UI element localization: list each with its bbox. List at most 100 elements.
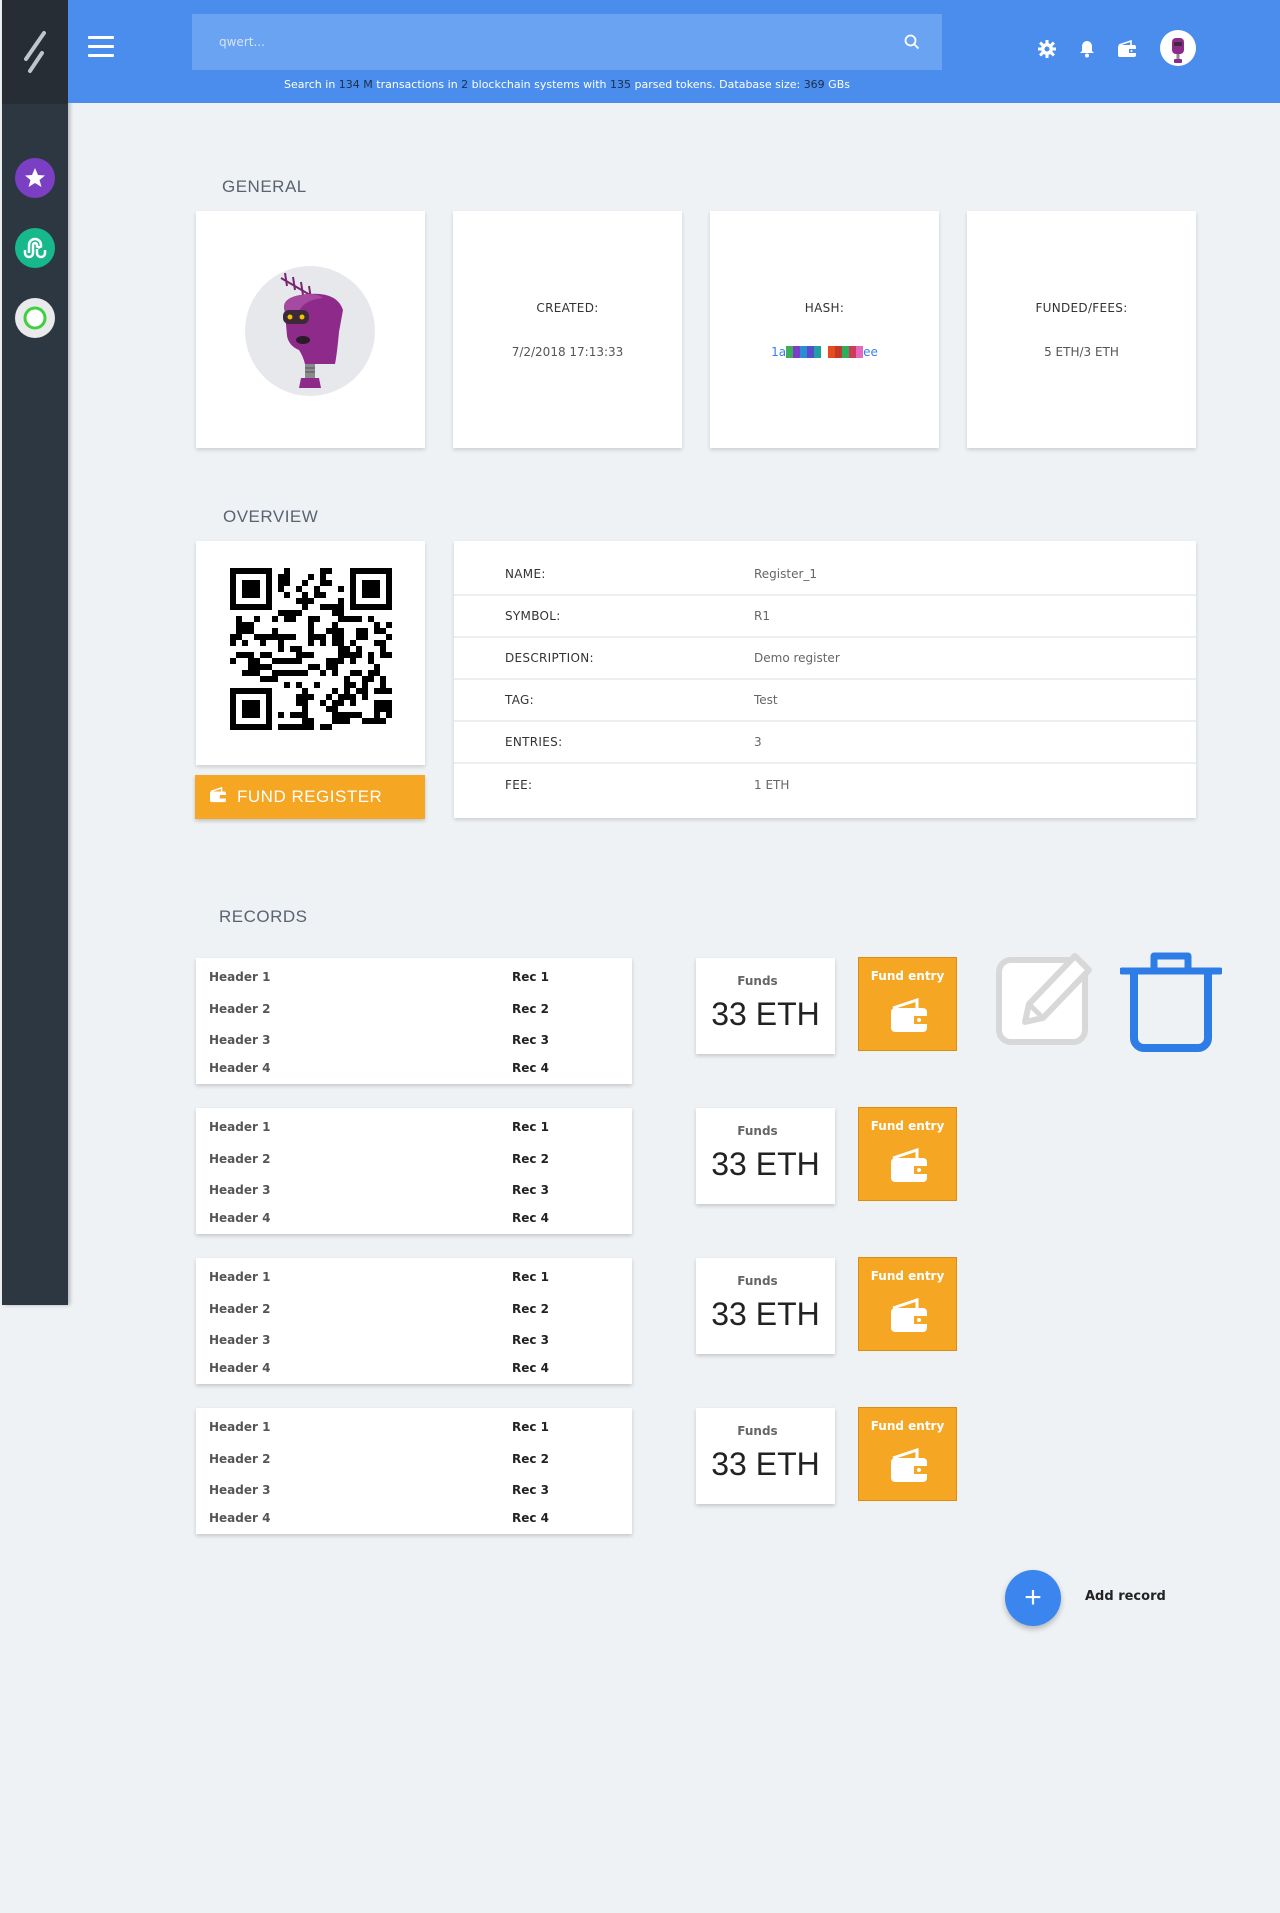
overview-value: 1 ETH [754,778,790,792]
add-record-label: Add record [1085,1589,1166,1604]
record-card[interactable]: Header 1 Rec 1 Header 2 Rec 2 Header 3 Rec 3 H… [196,1108,632,1234]
record-value: Rec 2 [512,1152,550,1166]
overview-key: NAME: [505,567,546,581]
qr-code-card [196,541,425,765]
sidebar [2,0,68,1305]
overview-value: Test [754,693,778,707]
funds-value: 33 ETH [711,996,820,1032]
search-icon[interactable] [882,14,942,70]
record-header: Header 1 [209,970,271,984]
record-value: Rec 3 [512,1183,550,1197]
stumbleupon-icon[interactable] [15,228,55,268]
record-card[interactable]: Header 1 Rec 1 Header 2 Rec 2 Header 3 Rec 3 H… [196,1258,632,1384]
fund-register-button[interactable]: FUND REGISTER [195,775,425,819]
record-header: Header 2 [209,1002,271,1016]
record-header: Header 3 [209,1333,271,1347]
record-header: Header 2 [209,1302,271,1316]
funds-card: Funds 33 ETH [696,1408,835,1504]
overview-key: ENTRIES: [505,735,563,749]
record-value: Rec 1 [512,1120,550,1134]
stats-text: Search in [283,78,339,91]
star-icon[interactable] [15,158,55,198]
record-value: Rec 2 [512,1302,550,1316]
overview-value: Register_1 [754,567,818,581]
hash-value[interactable]: 1a ee [771,345,878,359]
fund-entry-label: Fund entry [870,1119,945,1133]
overview-key: TAG: [505,693,534,707]
ring-icon[interactable] [15,298,55,338]
bell-icon[interactable] [1076,38,1098,60]
record-value: Rec 3 [512,1033,550,1047]
wallet-icon[interactable] [1116,38,1138,60]
fund-entry-button[interactable]: Fund entry [858,957,957,1051]
overview-value: R1 [754,609,770,623]
register-avatar [245,266,375,396]
record-value: Rec 4 [512,1511,550,1525]
created-value: 7/2/2018 17:13:33 [511,344,624,359]
record-header: Header 3 [209,1483,271,1497]
fund-entry-label: Fund entry [870,1419,945,1433]
record-header: Header 1 [209,1120,271,1134]
overview-row-tag: TAG: Test [454,680,1196,722]
stats-text: GBs [824,78,850,91]
fund-entry-button[interactable]: Fund entry [858,1407,957,1501]
stats-text: blockchain systems with [468,78,610,91]
wallet-icon [889,1297,929,1338]
funds-value: 33 ETH [711,1446,820,1482]
overview-row-fee: FEE: 1 ETH [454,764,1196,806]
overview-key: SYMBOL: [505,609,561,623]
record-header: Header 3 [209,1183,271,1197]
add-record-button[interactable]: + [1005,1570,1061,1626]
fund-entry-label: Fund entry [870,1269,945,1283]
section-title-general: GENERAL [222,177,307,196]
hash-card: HASH: 1a ee [710,211,939,448]
record-value: Rec 4 [512,1361,550,1375]
record-card[interactable]: Header 1 Rec 1 Header 2 Rec 2 Header 3 Rec 3 H… [196,958,632,1084]
trash-icon[interactable] [1118,950,1224,1052]
record-value: Rec 1 [512,970,550,984]
search-input[interactable] [192,14,882,70]
overview-value: 3 [754,735,762,749]
fund-entry-button[interactable]: Fund entry [858,1107,957,1201]
record-value: Rec 2 [512,1002,550,1016]
funds-card: Funds 33 ETH [696,958,835,1054]
search-box [192,14,942,70]
record-value: Rec 1 [512,1420,550,1434]
overview-row-description: DESCRIPTION: Demo register [454,638,1196,680]
hamburger-menu-icon[interactable] [88,36,114,58]
stats-text: transactions in [372,78,462,91]
wallet-icon [889,1147,929,1188]
funds-label: Funds [737,974,778,988]
funds-label: Funds [737,1274,778,1288]
logo-slash-icon[interactable] [2,0,68,104]
fund-entry-label: Fund entry [870,969,945,983]
wallet-icon [209,786,227,808]
wallet-icon [889,997,929,1038]
wallet-icon [889,1447,929,1488]
record-card[interactable]: Header 1 Rec 1 Header 2 Rec 2 Header 3 Rec 3 H… [196,1408,632,1534]
top-bar: Search in 134 M transactions in 2 blockc… [68,0,1280,103]
user-avatar[interactable] [1160,30,1196,66]
search-stats: Search in 134 M transactions in 2 blockc… [192,78,942,91]
stats-text: parsed tokens. Database size: [630,78,804,91]
overview-row-entries: ENTRIES: 3 [454,722,1196,764]
funds-label: Funds [737,1124,778,1138]
record-header: Header 1 [209,1270,271,1284]
overview-value: Demo register [754,651,840,665]
record-value: Rec 4 [512,1211,550,1225]
record-header: Header 3 [209,1033,271,1047]
funded-fees-card: FUNDED/FEES: 5 ETH/3 ETH [967,211,1196,448]
funds-card: Funds 33 ETH [696,1108,835,1204]
db-size: 369 [803,78,825,91]
record-header: Header 4 [209,1511,271,1525]
hash-label: HASH: [804,300,845,315]
edit-icon[interactable] [995,948,1099,1048]
record-header: Header 4 [209,1061,271,1075]
fund-entry-button[interactable]: Fund entry [858,1257,957,1351]
funds-card: Funds 33 ETH [696,1258,835,1354]
created-label: CREATED: [536,300,599,315]
created-card: CREATED: 7/2/2018 17:13:33 [453,211,682,448]
top-icons [1036,38,1138,60]
gear-icon[interactable] [1036,38,1058,60]
funds-value: 33 ETH [711,1146,820,1182]
